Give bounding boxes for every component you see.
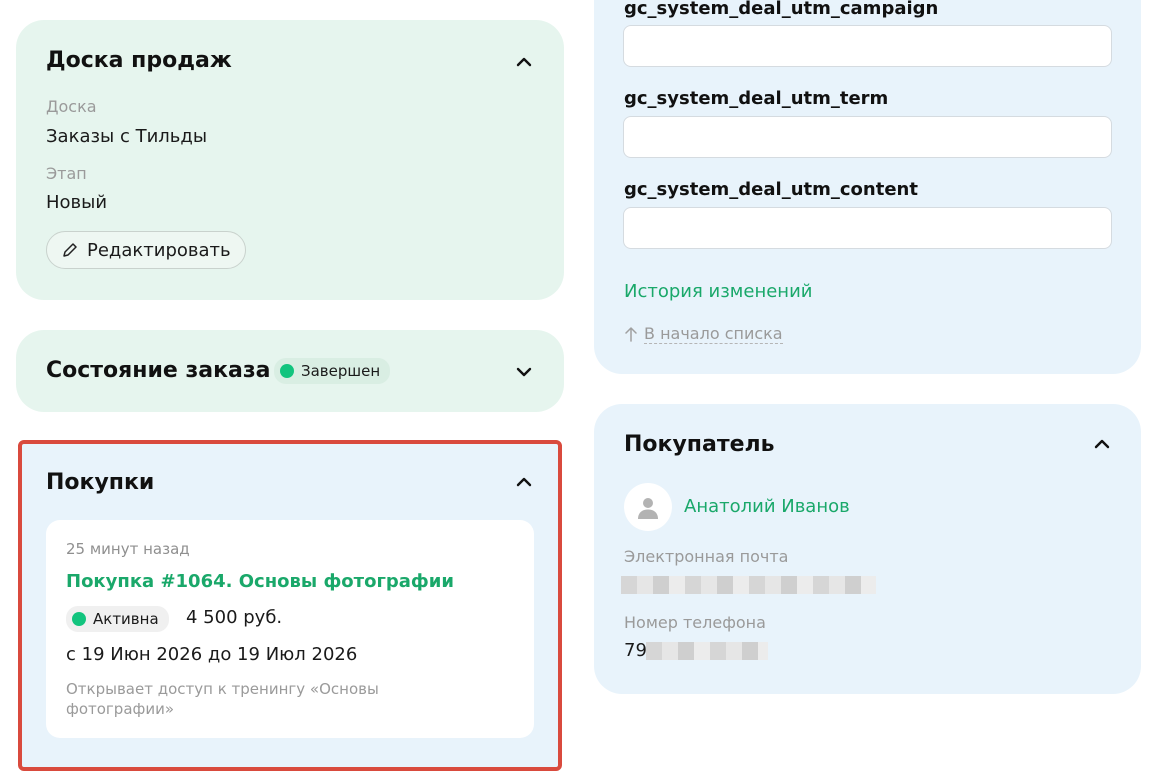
buyer-title: Покупатель <box>624 432 775 457</box>
order-status-text: Завершен <box>301 362 381 380</box>
edit-button[interactable]: Редактировать <box>46 231 246 269</box>
phone-value-redacted <box>646 642 768 660</box>
phone-prefix: 79 <box>624 640 647 661</box>
back-to-top-link[interactable]: В начало списка <box>624 324 783 344</box>
user-icon <box>638 498 658 519</box>
phone-label: Номер телефона <box>624 613 766 632</box>
stage-value: Новый <box>46 192 108 213</box>
board-label: Доска <box>46 97 97 116</box>
edit-button-label: Редактировать <box>87 239 231 261</box>
pencil-icon <box>63 243 77 257</box>
avatar[interactable] <box>624 483 672 531</box>
highlight-frame <box>18 440 562 771</box>
arrow-up-icon <box>625 327 637 342</box>
sales-board-card: Доска продаж Доска Заказы с Тильды Этап … <box>16 20 564 300</box>
buyer-name-link[interactable]: Анатолий Иванов <box>684 496 850 517</box>
buyer-card: Покупатель Анатолий Иванов Электронная п… <box>594 404 1141 694</box>
field-label-utm-content: gc_system_deal_utm_content <box>624 179 918 200</box>
utm-content-input[interactable] <box>623 207 1112 249</box>
field-label-utm-term: gc_system_deal_utm_term <box>624 88 889 109</box>
utm-campaign-input[interactable] <box>623 25 1112 67</box>
field-label-utm-campaign: gc_system_deal_utm_campaign <box>624 0 939 19</box>
board-value: Заказы с Тильды <box>46 126 208 147</box>
order-status-badge: Завершен <box>274 358 391 384</box>
email-label: Электронная почта <box>624 547 789 566</box>
utm-term-input[interactable] <box>623 116 1112 158</box>
back-to-top-text: В начало списка <box>644 324 783 344</box>
status-dot <box>280 364 294 378</box>
chevron-up-icon[interactable] <box>1092 434 1112 454</box>
custom-fields-card: gc_system_deal_utm_campaign gc_system_de… <box>594 0 1141 374</box>
chevron-down-icon[interactable] <box>514 362 534 382</box>
order-state-title: Состояние заказа <box>46 358 271 383</box>
email-value-redacted <box>621 576 876 594</box>
order-state-card[interactable]: Состояние заказа Завершен <box>16 330 564 412</box>
chevron-up-icon[interactable] <box>514 52 534 72</box>
sales-board-title: Доска продаж <box>46 48 232 73</box>
stage-label: Этап <box>46 164 87 183</box>
history-link[interactable]: История изменений <box>624 281 812 302</box>
